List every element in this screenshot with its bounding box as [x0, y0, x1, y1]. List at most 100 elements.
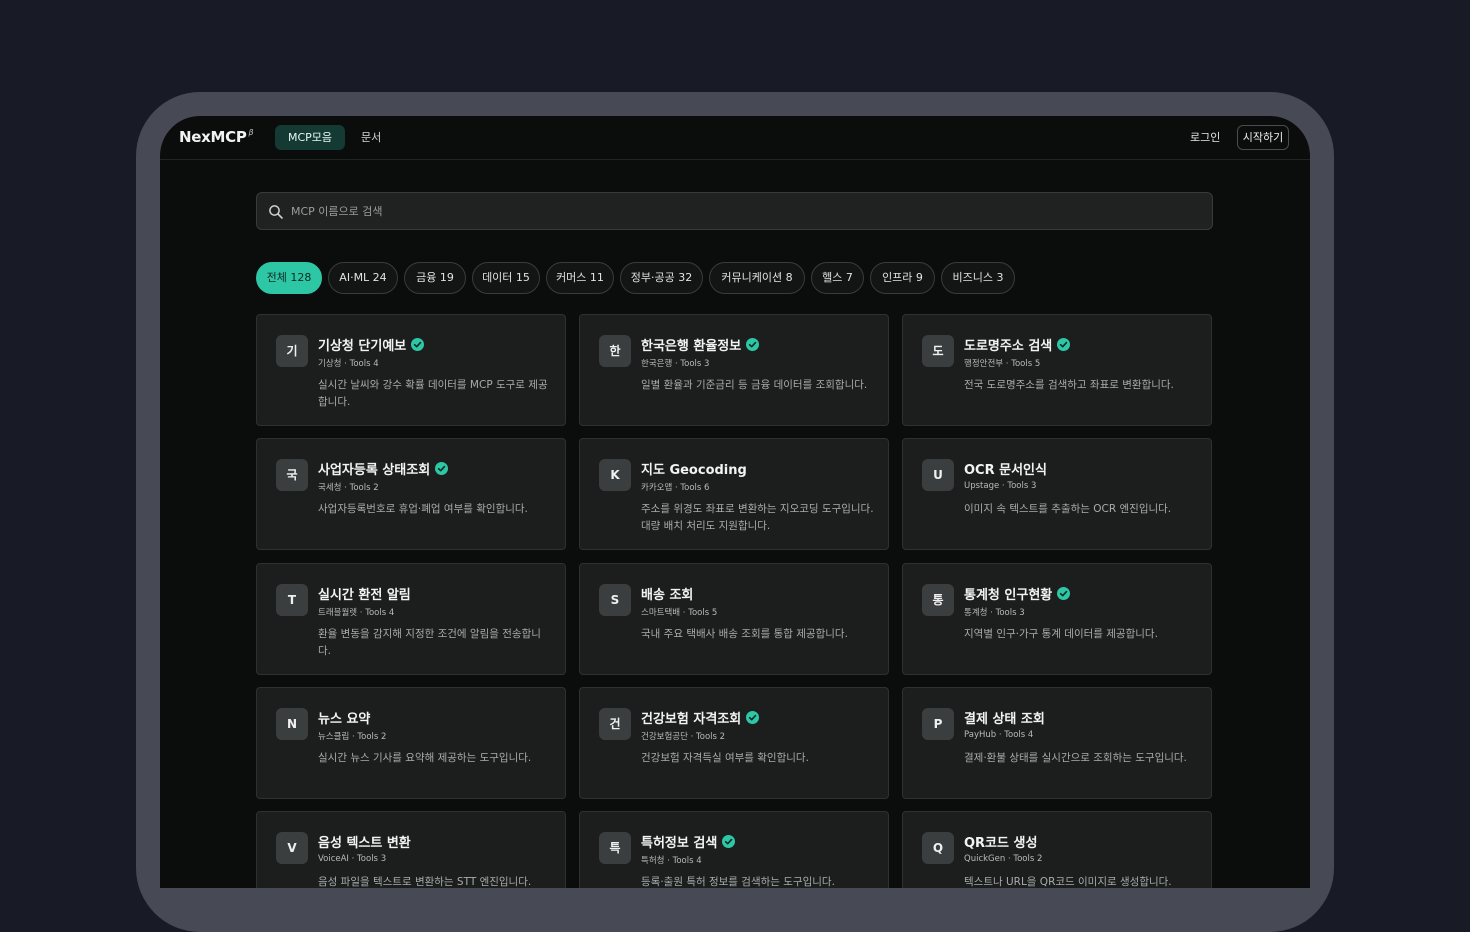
mcp-card[interactable]: T 실시간 환전 알림 트래블월렛 · Tools 4 환율 변동을 감지해 지정한 …: [256, 563, 566, 675]
card-avatar: S: [599, 584, 631, 616]
verified-icon: [1057, 587, 1071, 600]
card-title: 통계청 인구현황: [964, 584, 1071, 603]
mcp-card[interactable]: P 결제 상태 조회 PayHub · Tools 4 결제·환불 상태를 실시간으로…: [902, 687, 1212, 799]
nav-tab-docs[interactable]: 문서: [348, 125, 394, 150]
card-title: 건강보험 자격조회: [641, 708, 760, 727]
filter-chip[interactable]: 헬스 7: [811, 262, 864, 294]
card-avatar: Q: [922, 832, 954, 864]
card-title-text: QR코드 생성: [964, 836, 1038, 851]
card-title-text: 도로명주소 검색: [964, 339, 1053, 354]
card-description: 지역별 인구·가구 통계 데이터를 제공합니다.: [964, 628, 1158, 640]
card-title-text: 결제 상태 조회: [964, 712, 1045, 727]
mcp-card[interactable]: 건 건강보험 자격조회건강보험공단 · Tools 2 건강보험 자격득실 여부를 …: [579, 687, 889, 799]
card-avatar: 기: [276, 335, 308, 367]
verified-icon: [411, 338, 425, 351]
filter-chip[interactable]: 데이터 15: [472, 262, 540, 294]
card-description: 결제·환불 상태를 실시간으로 조회하는 도구입니다.: [964, 752, 1187, 764]
card-avatar: K: [599, 459, 631, 491]
card-subtitle: 건강보험공단 · Tools 2: [641, 732, 726, 742]
login-link[interactable]: 로그인: [1190, 125, 1220, 150]
filter-chip[interactable]: 커뮤니케이션 8: [709, 262, 805, 294]
card-avatar: U: [922, 459, 954, 491]
card-avatar: P: [922, 708, 954, 740]
card-description: 실시간 뉴스 기사를 요약해 제공하는 도구입니다.: [318, 752, 532, 764]
card-description: 등록·출원 특허 정보를 검색하는 도구입니다.: [641, 876, 835, 888]
card-title-text: 통계청 인구현황: [964, 588, 1053, 603]
card-subtitle: 스마트택배 · Tools 5: [641, 608, 718, 618]
card-avatar: 특: [599, 832, 631, 864]
card-subtitle: 특허청 · Tools 4: [641, 856, 702, 866]
card-title: QR코드 생성: [964, 832, 1037, 851]
card-title-text: 사업자등록 상태조회: [318, 463, 431, 478]
nav-tab-mcp-collection[interactable]: MCP모음: [275, 125, 345, 150]
verified-icon: [746, 338, 760, 351]
card-subtitle: 한국은행 · Tools 3: [641, 359, 710, 369]
mcp-card[interactable]: Q QR코드 생성 QuickGen · Tools 2 텍스트나 URL을 QR코드…: [902, 811, 1212, 888]
verified-icon: [722, 835, 736, 848]
mcp-card[interactable]: 국 사업자등록 상태조회 국세청 · Tools 2 사업자등록번호로 휴업·폐업 여…: [256, 438, 566, 550]
card-subtitle: PayHub · Tools 4: [964, 730, 1034, 740]
card-title: 특허정보 검색: [641, 832, 736, 851]
logo-text: NexMCP: [179, 128, 247, 146]
mcp-card[interactable]: 기 기상청 단기예보기상청 · Tools 4 실시간 날씨와 강수 확률 데이터를…: [256, 314, 566, 426]
card-description: 실시간 날씨와 강수 확률 데이터를 MCP 도구로 제공합니다.: [318, 379, 548, 408]
card-description: 건강보험 자격득실 여부를 확인합니다.: [641, 752, 809, 764]
card-description: 음성 파일을 텍스트로 변환하는 STT 엔진입니다.: [318, 876, 532, 888]
card-description: 이미지 속 텍스트를 추출하는 OCR 엔진입니다.: [964, 503, 1172, 515]
card-title: 결제 상태 조회: [964, 708, 1045, 727]
mcp-card[interactable]: 도 도로명주소 검색 행정안전부 · Tools 5 전국 도로명주소를 검색하고 좌…: [902, 314, 1212, 426]
mcp-card[interactable]: N 뉴스 요약 뉴스클립 · Tools 2 실시간 뉴스 기사를 요약해 제공하는 …: [256, 687, 566, 799]
mcp-card[interactable]: 한 한국은행 환율정보 한국은행 · Tools 3 일별 환율과 기준금리 등 금융…: [579, 314, 889, 426]
card-description: 국내 주요 택배사 배송 조회를 통합 제공합니다.: [641, 628, 848, 640]
card-title: OCR 문서인식: [964, 459, 1047, 478]
mcp-card[interactable]: 통 통계청 인구현황 통계청 · Tools 3 지역별 인구·가구 통계 데이터를 …: [902, 563, 1212, 675]
filter-chip[interactable]: 정부·공공 32: [620, 262, 703, 294]
start-button[interactable]: 시작하기: [1237, 125, 1289, 150]
mcp-card[interactable]: 특 특허정보 검색특허청 · Tools 4 등록·출원 특허 정보를 검색하는 도…: [579, 811, 889, 888]
card-avatar: V: [276, 832, 308, 864]
card-subtitle: 뉴스클립 · Tools 2: [318, 732, 387, 742]
beta-badge: β: [248, 128, 254, 137]
card-title: 배송 조회: [641, 584, 693, 603]
card-subtitle: QuickGen · Tools 2: [964, 854, 1043, 864]
search-bar: [256, 192, 1213, 230]
card-description: 사업자등록번호로 휴업·폐업 여부를 확인합니다.: [318, 503, 528, 515]
app-screen: NexMCPβ MCP모음 문서 로그인 시작하기 전체 128AI·ML 24…: [160, 116, 1310, 888]
filter-chip[interactable]: 금융 19: [404, 262, 466, 294]
card-title-text: 특허정보 검색: [641, 836, 718, 851]
card-title: 기상청 단기예보: [318, 335, 425, 354]
verified-icon: [746, 711, 760, 724]
card-title-text: 실시간 환전 알림: [318, 588, 411, 603]
card-description: 일별 환율과 기준금리 등 금융 데이터를 조회합니다.: [641, 379, 868, 391]
card-title: 한국은행 환율정보: [641, 335, 760, 354]
card-avatar: 건: [599, 708, 631, 740]
card-title-text: 음성 텍스트 변환: [318, 836, 411, 851]
mcp-card[interactable]: V 음성 텍스트 변환 VoiceAI · Tools 3 음성 파일을 텍스트로 변…: [256, 811, 566, 888]
filter-chip[interactable]: 전체 128: [256, 262, 322, 294]
card-subtitle: 국세청 · Tools 2: [318, 483, 379, 493]
filter-chip[interactable]: 커머스 11: [546, 262, 614, 294]
card-description: 환율 변동을 감지해 지정한 조건에 알림을 전송합니다.: [318, 628, 541, 657]
card-subtitle: 행정안전부 · Tools 5: [964, 359, 1041, 369]
card-title-text: 지도 Geocoding: [641, 463, 747, 478]
logo[interactable]: NexMCP β: [179, 128, 254, 146]
mcp-card[interactable]: K 지도 Geocoding 카카오맵 · Tools 6 주소를 위경도 좌표로 변…: [579, 438, 889, 550]
filter-chip[interactable]: 인프라 9: [870, 262, 935, 294]
mcp-card[interactable]: U OCR 문서인식 Upstage · Tools 3 이미지 속 텍스트를 추출하…: [902, 438, 1212, 550]
verified-icon: [435, 462, 449, 475]
card-title: 실시간 환전 알림: [318, 584, 411, 603]
filter-chip[interactable]: AI·ML 24: [328, 262, 398, 294]
mcp-card[interactable]: S 배송 조회스마트택배 · Tools 5 국내 주요 택배사 배송 조회를 통합…: [579, 563, 889, 675]
card-subtitle: 트래블월렛 · Tools 4: [318, 608, 395, 618]
filter-chip[interactable]: 비즈니스 3: [941, 262, 1015, 294]
card-subtitle: 기상청 · Tools 4: [318, 359, 379, 369]
card-title-text: 한국은행 환율정보: [641, 339, 742, 354]
card-title: 음성 텍스트 변환: [318, 832, 411, 851]
card-title-text: OCR 문서인식: [964, 463, 1047, 478]
card-title-text: 배송 조회: [641, 588, 694, 603]
card-avatar: 도: [922, 335, 954, 367]
search-input[interactable]: [291, 193, 1191, 229]
card-title: 뉴스 요약: [318, 708, 370, 727]
card-title: 지도 Geocoding: [641, 459, 747, 478]
card-title-text: 건강보험 자격조회: [641, 712, 742, 727]
